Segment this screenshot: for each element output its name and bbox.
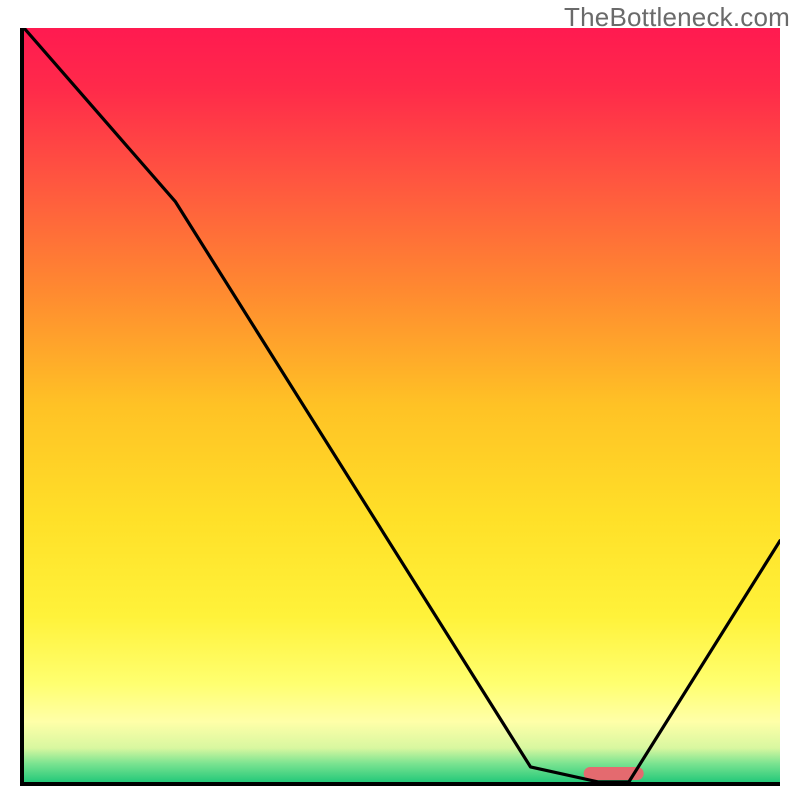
chart-container: TheBottleneck.com xyxy=(0,0,800,800)
bottleneck-chart xyxy=(20,28,780,786)
plot-area xyxy=(20,28,780,786)
watermark-text: TheBottleneck.com xyxy=(564,2,790,33)
